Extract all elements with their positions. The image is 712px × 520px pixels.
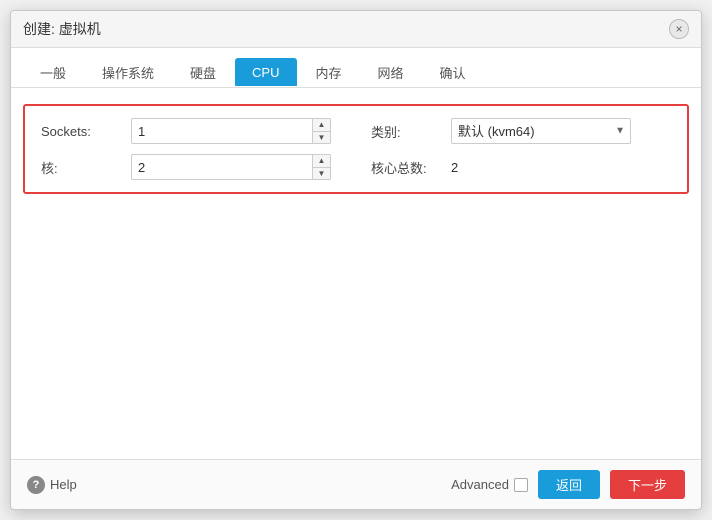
tab-bar: 一般 操作系统 硬盘 CPU 内存 网络 确认 — [11, 48, 701, 88]
sockets-row: Sockets: ▲ ▼ 类别: 默认 (kvm64) ▼ — [41, 118, 671, 144]
cpu-form-section: Sockets: ▲ ▼ 类别: 默认 (kvm64) ▼ — [23, 104, 689, 194]
close-icon: × — [675, 22, 682, 36]
tab-confirm[interactable]: 确认 — [423, 56, 483, 88]
tab-network[interactable]: 网络 — [361, 56, 421, 88]
cores-row: 核: ▲ ▼ 核心总数: 2 — [41, 154, 671, 180]
sockets-input-wrap: ▲ ▼ — [131, 118, 331, 144]
back-button[interactable]: 返回 — [538, 470, 600, 499]
total-cores-value: 2 — [451, 160, 458, 175]
cores-decrement[interactable]: ▼ — [313, 168, 330, 180]
dialog-body: Sockets: ▲ ▼ 类别: 默认 (kvm64) ▼ — [11, 88, 701, 459]
type-label: 类别: — [371, 122, 451, 141]
dialog-footer: ? Help Advanced 返回 下一步 — [11, 459, 701, 509]
close-button[interactable]: × — [669, 19, 689, 39]
tab-memory[interactable]: 内存 — [299, 56, 359, 88]
total-cores-wrap: 核心总数: 2 — [331, 158, 671, 177]
sockets-label: Sockets: — [41, 124, 131, 139]
next-button[interactable]: 下一步 — [610, 470, 685, 499]
tab-os[interactable]: 操作系统 — [85, 56, 171, 88]
advanced-wrap: Advanced — [451, 477, 528, 492]
sockets-increment[interactable]: ▲ — [313, 119, 330, 132]
cores-input[interactable] — [131, 154, 331, 180]
cores-label: 核: — [41, 158, 131, 177]
help-label: Help — [50, 477, 77, 492]
advanced-checkbox[interactable] — [514, 478, 528, 492]
tab-disk[interactable]: 硬盘 — [173, 56, 233, 88]
footer-left: ? Help — [27, 476, 77, 494]
type-select-wrap: 默认 (kvm64) ▼ — [451, 118, 631, 144]
type-select[interactable]: 默认 (kvm64) — [451, 118, 631, 144]
cores-increment[interactable]: ▲ — [313, 155, 330, 168]
cores-spinner: ▲ ▼ — [312, 155, 330, 179]
advanced-label: Advanced — [451, 477, 509, 492]
tab-general[interactable]: 一般 — [23, 56, 83, 88]
dialog-titlebar: 创建: 虚拟机 × — [11, 11, 701, 48]
help-button[interactable]: ? Help — [27, 476, 77, 494]
sockets-spinner: ▲ ▼ — [312, 119, 330, 143]
sockets-input[interactable] — [131, 118, 331, 144]
footer-right: Advanced 返回 下一步 — [451, 470, 685, 499]
help-icon: ? — [27, 476, 45, 494]
total-cores-label: 核心总数: — [371, 158, 451, 177]
type-field-wrap: 类别: 默认 (kvm64) ▼ — [331, 118, 671, 144]
sockets-decrement[interactable]: ▼ — [313, 132, 330, 144]
next-button-label: 下一步 — [628, 478, 667, 493]
cores-input-wrap: ▲ ▼ — [131, 154, 331, 180]
dialog-title: 创建: 虚拟机 — [23, 19, 101, 39]
dialog: 创建: 虚拟机 × 一般 操作系统 硬盘 CPU 内存 网络 确认 Socket… — [10, 10, 702, 510]
tab-cpu[interactable]: CPU — [235, 58, 296, 86]
